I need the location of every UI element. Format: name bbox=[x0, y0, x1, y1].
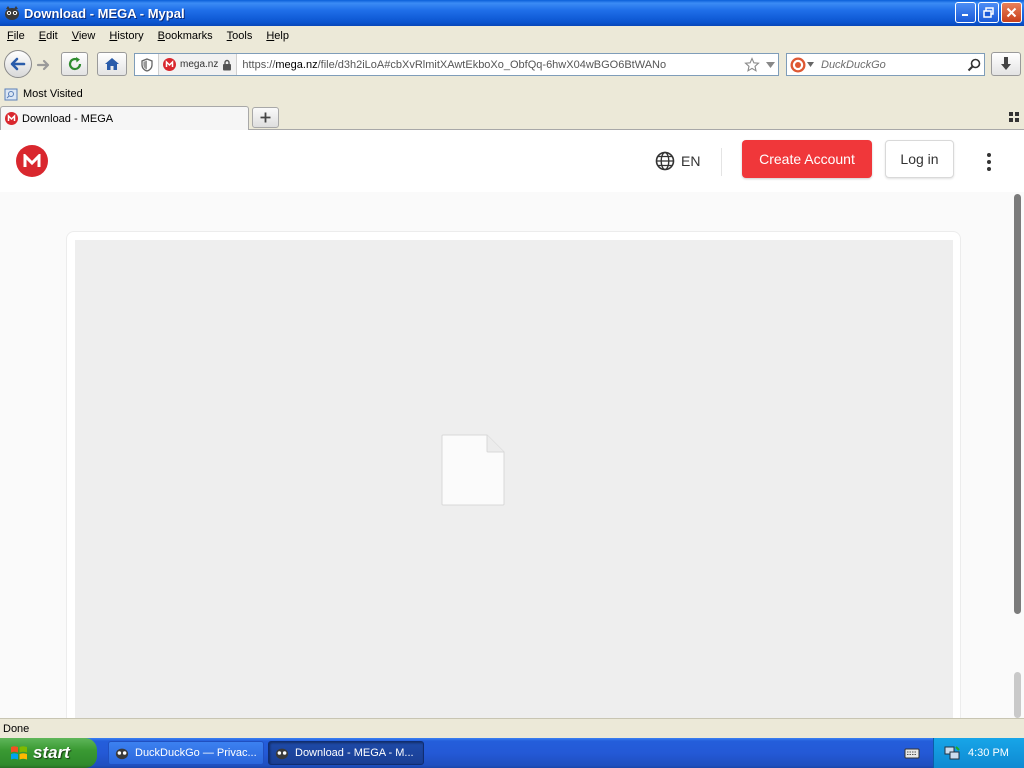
url-history-dropdown[interactable] bbox=[762, 54, 778, 75]
menu-file[interactable]: File bbox=[0, 30, 32, 42]
taskbar-item-duckduckgo[interactable]: DuckDuckGo — Privac... bbox=[108, 741, 264, 765]
close-window-button[interactable] bbox=[1001, 2, 1022, 23]
menu-history[interactable]: History bbox=[102, 30, 150, 42]
home-button[interactable] bbox=[97, 52, 127, 76]
minimize-button[interactable] bbox=[955, 2, 976, 23]
new-tab-button[interactable] bbox=[252, 107, 279, 128]
header-divider bbox=[721, 148, 722, 176]
language-label: EN bbox=[681, 153, 701, 169]
restore-button[interactable] bbox=[978, 2, 999, 23]
file-preview-area bbox=[75, 240, 953, 718]
list-all-tabs-icon[interactable] bbox=[1009, 112, 1019, 122]
window-title: Download - MEGA - Mypal bbox=[24, 5, 185, 21]
scrollbar-thumb[interactable] bbox=[1014, 194, 1021, 614]
taskbar-item-label: DuckDuckGo — Privac... bbox=[135, 747, 257, 759]
mega-logo[interactable] bbox=[16, 145, 48, 177]
site-name-label: mega.nz bbox=[180, 59, 219, 70]
start-button[interactable]: start bbox=[0, 738, 97, 768]
reload-button[interactable] bbox=[61, 52, 88, 76]
status-bar: Done bbox=[0, 718, 1024, 738]
minimize-icon bbox=[962, 14, 968, 16]
most-visited-label: Most Visited bbox=[23, 88, 83, 100]
page-content: EN Create Account Log in bbox=[0, 130, 1024, 718]
mypal-app-icon bbox=[5, 6, 19, 20]
clock[interactable]: 4:30 PM bbox=[968, 747, 1009, 759]
taskbar-item-label: Download - MEGA - M... bbox=[295, 747, 414, 759]
back-arrow-icon bbox=[10, 57, 26, 71]
mypal-app-icon bbox=[115, 748, 129, 760]
site-identity[interactable]: mega.nz bbox=[159, 54, 238, 75]
forward-arrow-icon bbox=[36, 59, 50, 71]
home-icon bbox=[105, 58, 119, 70]
search-go-button[interactable] bbox=[964, 58, 984, 72]
create-account-button[interactable]: Create Account bbox=[742, 140, 872, 178]
tab-title: Download - MEGA bbox=[22, 112, 114, 125]
reload-icon bbox=[68, 57, 81, 71]
tracking-protection-shield-icon[interactable] bbox=[135, 54, 159, 75]
bookmark-star-button[interactable] bbox=[742, 54, 762, 75]
network-icon[interactable] bbox=[944, 745, 960, 761]
window-title-bar: Download - MEGA - Mypal bbox=[0, 0, 1024, 26]
back-button[interactable] bbox=[4, 50, 32, 78]
status-text: Done bbox=[3, 722, 30, 735]
bookmarks-toolbar: Most Visited bbox=[0, 84, 1024, 104]
mega-header: EN Create Account Log in bbox=[0, 130, 1024, 192]
restore-icon bbox=[983, 7, 994, 18]
menu-help[interactable]: Help bbox=[259, 30, 296, 42]
most-visited-bookmark[interactable]: Most Visited bbox=[4, 87, 83, 101]
kebab-dot bbox=[987, 167, 991, 171]
mega-favicon-icon bbox=[5, 112, 18, 125]
login-button[interactable]: Log in bbox=[885, 140, 954, 178]
download-arrow-icon bbox=[1001, 57, 1011, 70]
mypal-app-icon bbox=[275, 748, 289, 760]
menu-bookmarks[interactable]: Bookmarks bbox=[151, 30, 220, 42]
navigation-toolbar: mega.nz https://mega.nz/file/d3h2iLoA#cb… bbox=[0, 46, 1024, 82]
star-icon bbox=[744, 56, 760, 72]
url-bar[interactable]: mega.nz https://mega.nz/file/d3h2iLoA#cb… bbox=[134, 53, 779, 76]
chevron-down-icon bbox=[807, 62, 814, 67]
plus-icon bbox=[260, 112, 271, 123]
kebab-dot bbox=[987, 160, 991, 164]
folder-icon bbox=[4, 88, 18, 101]
page-scrollbar[interactable] bbox=[1011, 192, 1024, 718]
mega-logo-icon bbox=[23, 154, 41, 167]
search-engine-selector[interactable] bbox=[787, 57, 817, 73]
system-tray: 4:30 PM bbox=[933, 738, 1024, 768]
tab-strip: Download - MEGA bbox=[0, 105, 1024, 130]
windows-logo-icon bbox=[11, 746, 27, 760]
url-text[interactable]: https://mega.nz/file/d3h2iLoA#cbXvRlmitX… bbox=[237, 59, 742, 71]
forward-button[interactable] bbox=[33, 55, 55, 75]
kebab-dot bbox=[987, 153, 991, 157]
scrollbar-track-lower bbox=[1014, 672, 1021, 718]
mega-favicon-icon bbox=[163, 58, 176, 71]
search-placeholder: DuckDuckGo bbox=[821, 58, 886, 71]
more-menu-button[interactable] bbox=[980, 150, 998, 174]
taskbar-item-mega[interactable]: Download - MEGA - M... bbox=[268, 741, 424, 765]
chevron-down-icon bbox=[765, 61, 775, 68]
generic-file-icon bbox=[441, 434, 505, 506]
keyboard-icon[interactable] bbox=[904, 746, 920, 760]
start-label: start bbox=[33, 743, 70, 762]
menu-view[interactable]: View bbox=[65, 30, 103, 42]
duckduckgo-icon bbox=[790, 57, 806, 72]
lock-icon bbox=[223, 59, 232, 70]
downloads-button[interactable] bbox=[991, 52, 1021, 76]
close-icon bbox=[1006, 7, 1017, 18]
search-icon bbox=[967, 58, 981, 71]
menu-tools[interactable]: Tools bbox=[220, 30, 260, 42]
tab-download-mega[interactable]: Download - MEGA bbox=[0, 106, 249, 130]
taskbar: start DuckDuckGo — Privac... Download - … bbox=[0, 738, 1024, 768]
language-selector[interactable]: EN bbox=[655, 151, 700, 171]
menu-edit[interactable]: Edit bbox=[32, 30, 65, 42]
file-preview-card bbox=[66, 231, 961, 718]
menu-bar: File Edit View History Bookmarks Tools H… bbox=[0, 26, 1024, 46]
search-bar[interactable]: DuckDuckGo bbox=[786, 53, 985, 76]
globe-icon bbox=[655, 151, 675, 171]
